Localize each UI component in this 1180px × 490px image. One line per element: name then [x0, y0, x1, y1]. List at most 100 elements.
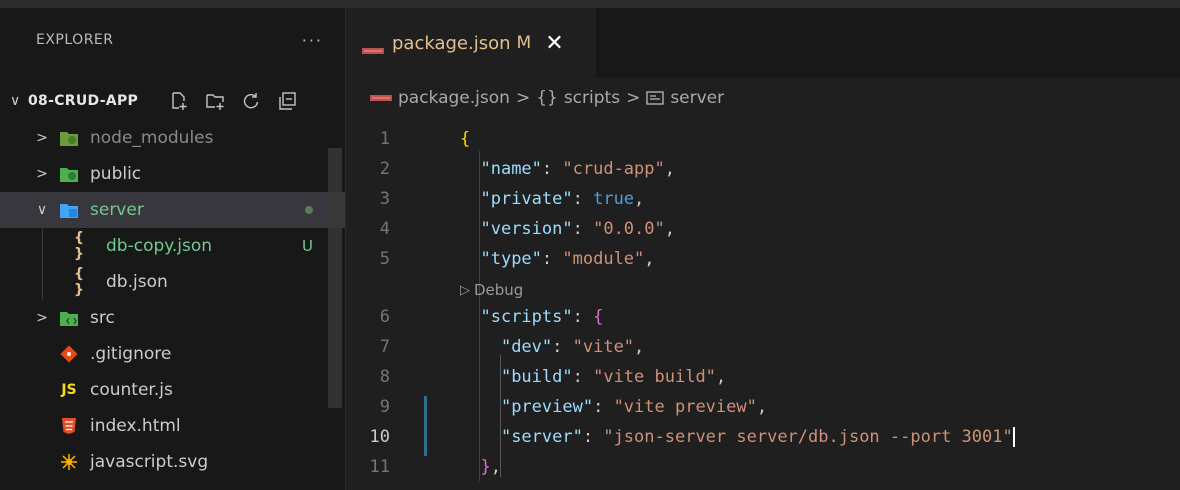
code-line[interactable]: 11 },: [346, 452, 1180, 482]
line-number: 7: [379, 337, 390, 357]
tree-item-src[interactable]: > src: [0, 300, 345, 336]
line-number: 10: [369, 427, 390, 447]
tree-item-label: server: [90, 200, 144, 220]
explorer-sidebar: EXPLORER ··· ∨ 08-CRUD-APP > node_module…: [0, 8, 346, 490]
code-token: ,: [490, 457, 501, 477]
html-icon: [58, 416, 80, 436]
tree-item-label: javascript.svg: [90, 452, 209, 472]
code-token: ,: [634, 189, 645, 209]
code-token: ,: [664, 219, 675, 239]
breadcrumb-scope[interactable]: scripts: [564, 88, 620, 108]
code-line[interactable]: 7 "dev": "vite",: [346, 332, 1180, 362]
code-line[interactable]: 2 "name": "crud-app",: [346, 154, 1180, 184]
code-line[interactable]: 5 "type": "module",: [346, 244, 1180, 274]
line-number: 2: [379, 159, 390, 179]
folder-server-icon: [58, 200, 80, 220]
file-tree: > node_modules > public ∨ server { } db-…: [0, 120, 345, 480]
code-line[interactable]: 6 "scripts": {: [346, 302, 1180, 332]
tree-item-server[interactable]: ∨ server: [0, 192, 345, 228]
folder-src-icon: [58, 308, 80, 328]
json-braces-icon: { }: [74, 266, 84, 298]
line-number: 11: [369, 457, 390, 477]
breadcrumb: package.json > {} scripts > server: [346, 78, 1180, 118]
code-line[interactable]: 8 "build": "vite build",: [346, 362, 1180, 392]
new-folder-icon[interactable]: [204, 90, 226, 112]
code-token: :: [593, 397, 614, 417]
new-file-icon[interactable]: [168, 90, 190, 112]
code-editor[interactable]: 1{2 "name": "crud-app", 3 "private": true…: [346, 118, 1180, 490]
tab-package-json[interactable]: package.json M ✕: [346, 8, 596, 78]
code-token: "build": [500, 367, 573, 387]
code-token: :: [572, 189, 594, 209]
modified-dot-icon: [305, 206, 313, 214]
line-number: 6: [379, 307, 390, 327]
more-actions-button[interactable]: ···: [302, 31, 323, 50]
tree-item-label: index.html: [90, 416, 181, 436]
folder-public-icon: [58, 164, 80, 184]
project-actions: [168, 90, 298, 112]
refresh-icon[interactable]: [240, 90, 262, 112]
git-icon: [58, 344, 80, 364]
code-token: "preview": [500, 397, 594, 417]
code-line[interactable]: 1{: [346, 124, 1180, 154]
tab-label: package.json: [392, 32, 511, 54]
code-token: "vite preview": [613, 397, 757, 417]
code-line[interactable]: 3 "private": true,: [346, 184, 1180, 214]
breadcrumb-leaf[interactable]: server: [670, 88, 724, 108]
tree-item-db-json[interactable]: { } db.json: [0, 264, 345, 300]
code-token: :: [572, 219, 594, 239]
tree-item-public[interactable]: > public: [0, 156, 345, 192]
code-token: {: [460, 129, 471, 149]
code-token: ,: [644, 249, 655, 269]
tree-item-index-html[interactable]: index.html: [0, 408, 345, 444]
chevron-right-icon: >: [36, 166, 48, 182]
code-line[interactable]: 10 "server": "json-server server/db.json…: [346, 422, 1180, 452]
chevron-down-icon: ∨: [36, 202, 48, 218]
code-token: {: [593, 307, 604, 327]
project-folder-row[interactable]: ∨ 08-CRUD-APP: [0, 84, 345, 118]
line-number: 3: [379, 189, 390, 209]
sidebar-scrollbar[interactable]: [328, 148, 342, 408]
code-token: true: [593, 189, 635, 209]
codelens-debug[interactable]: ▷ Debug: [460, 278, 523, 302]
json-file-icon: [362, 39, 384, 54]
code-token: "0.0.0": [593, 219, 665, 239]
code-line[interactable]: 4 "version": "0.0.0",: [346, 214, 1180, 244]
project-name[interactable]: 08-CRUD-APP: [28, 93, 138, 109]
code-token: "vite build": [593, 367, 716, 387]
indent-guide: [42, 228, 43, 300]
code-token: "type": [480, 249, 542, 269]
string-property-icon: [646, 90, 664, 106]
tree-item-javascript-svg[interactable]: javascript.svg: [0, 444, 345, 480]
title-bar: [0, 0, 1180, 8]
json-file-icon: [370, 94, 392, 102]
line-number: 4: [379, 219, 390, 239]
line-number: 9: [379, 397, 390, 417]
chevron-right-icon: >: [36, 130, 48, 146]
code-token: :: [552, 337, 573, 357]
tree-item-node-modules[interactable]: > node_modules: [0, 120, 345, 156]
code-token: ,: [634, 337, 645, 357]
breadcrumb-file[interactable]: package.json: [398, 88, 510, 108]
line-number: 5: [379, 249, 390, 269]
tree-item-label: node_modules: [90, 128, 214, 148]
close-icon[interactable]: ✕: [545, 31, 563, 56]
folder-node-icon: [58, 128, 80, 148]
code-token: "module": [562, 249, 645, 269]
line-number: 8: [379, 367, 390, 387]
code-token: }: [480, 457, 491, 477]
untracked-badge: U: [302, 237, 313, 255]
tree-item-gitignore[interactable]: .gitignore: [0, 336, 345, 372]
code-token: "json-server server/db.json --port 3001": [603, 427, 1013, 447]
code-line[interactable]: 9 "preview": "vite preview",: [346, 392, 1180, 422]
codelens-label: Debug: [474, 281, 524, 299]
tree-item-db-copy-json[interactable]: { } db-copy.json U: [0, 228, 345, 264]
collapse-all-icon[interactable]: [276, 90, 298, 112]
tree-item-counter-js[interactable]: JS counter.js: [0, 372, 345, 408]
chevron-down-icon[interactable]: ∨: [10, 93, 28, 109]
tree-item-label: .gitignore: [90, 344, 172, 364]
